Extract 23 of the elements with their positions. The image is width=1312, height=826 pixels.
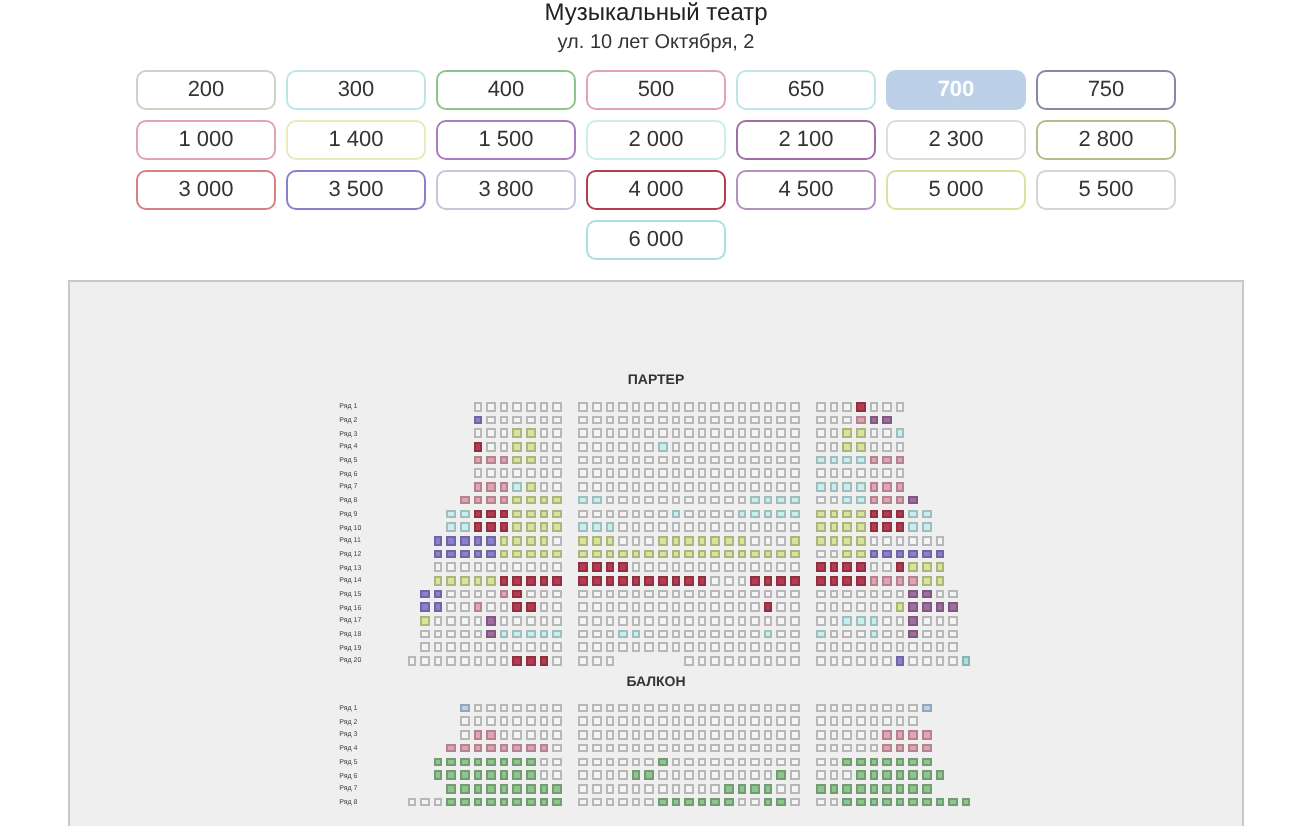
price-button[interactable]: 1 000 [136,120,276,160]
price-button[interactable]: 2 800 [1036,120,1176,160]
price-button[interactable]: 5 500 [1036,170,1176,210]
price-button[interactable]: 3 500 [286,170,426,210]
price-button[interactable]: 4 000 [586,170,726,210]
price-button[interactable]: 5 000 [886,170,1026,210]
price-button[interactable]: 650 [736,70,876,110]
price-button[interactable]: 4 500 [736,170,876,210]
price-button[interactable]: 2 000 [586,120,726,160]
price-button[interactable]: 400 [436,70,576,110]
price-button[interactable]: 2 100 [736,120,876,160]
price-button[interactable]: 2 300 [886,120,1026,160]
venue-address: ул. 10 лет Октября, 2 [557,32,755,54]
price-button[interactable]: 750 [1036,70,1176,110]
price-button[interactable]: 6 000 [586,220,726,260]
price-button[interactable]: 200 [136,70,276,110]
price-button[interactable]: 3 800 [436,170,576,210]
price-button[interactable]: 500 [586,70,726,110]
price-button[interactable]: 1 500 [436,120,576,160]
price-button[interactable]: 1 400 [286,120,426,160]
price-button[interactable]: 3 000 [136,170,276,210]
price-button[interactable]: 300 [286,70,426,110]
venue-title: Музыкальный театр [544,0,768,26]
